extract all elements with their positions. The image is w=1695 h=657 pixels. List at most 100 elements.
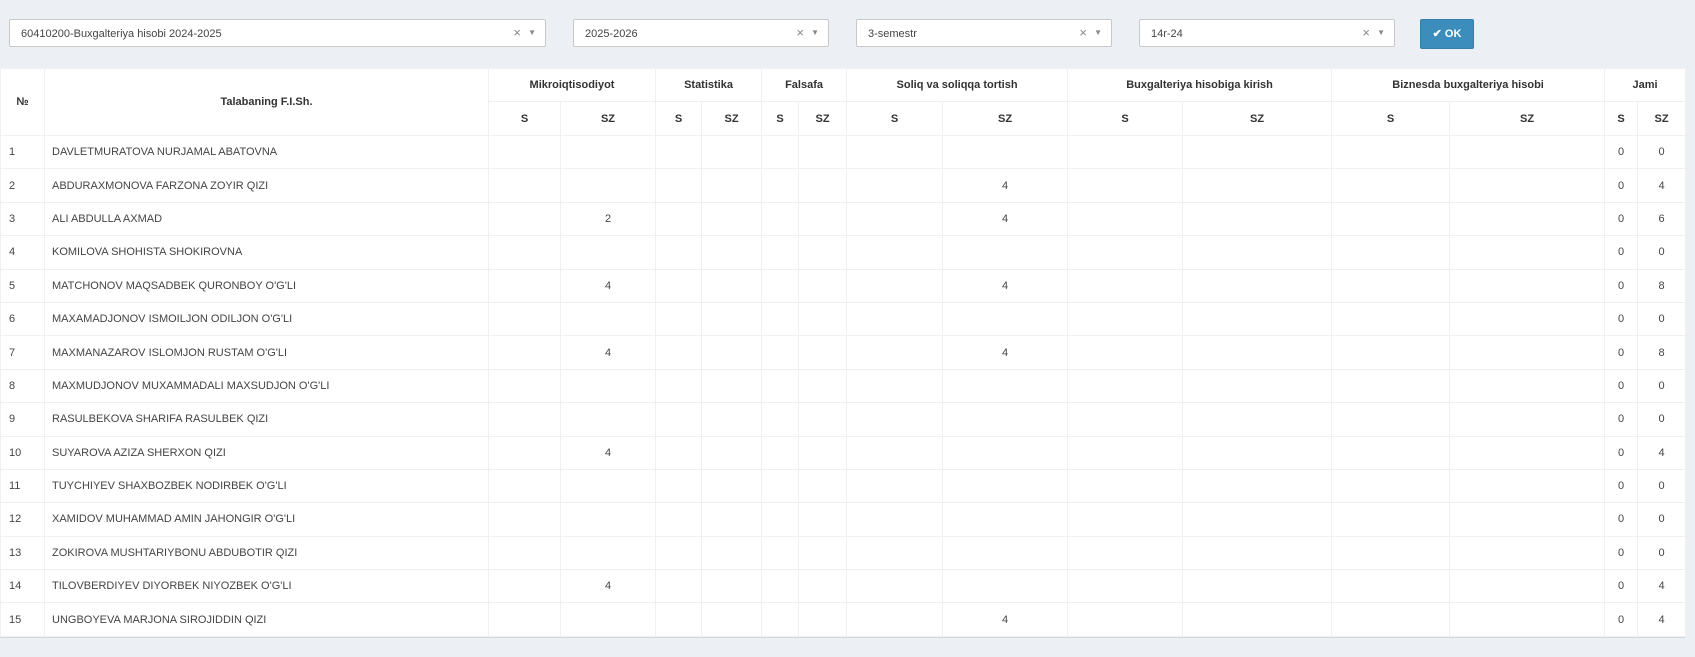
subheader-s: S [846,101,944,136]
grade-cell [1331,335,1451,370]
grade-cell [701,602,763,637]
grade-cell: 2 [559,201,657,237]
chevron-down-icon[interactable]: ▼ [528,28,536,37]
row-number: 2 [0,168,45,203]
group-select[interactable]: 14r-24 × ▼ [1139,19,1395,47]
subheader-sz: SZ [1449,101,1606,136]
total-cell: 0 [1604,335,1639,370]
clear-icon[interactable]: × [513,25,521,40]
grade-cell [1067,502,1184,537]
grade-cell [761,201,800,237]
row-number: 8 [0,368,45,404]
grade-cell [1449,569,1606,604]
subject-header: Buxgalteriya hisobiga kirish [1067,68,1333,102]
semester-select[interactable]: 3-semestr × ▼ [856,19,1112,47]
row-number: 10 [0,435,45,470]
total-cell: 0 [1604,535,1639,571]
chevron-down-icon[interactable]: ▼ [1377,28,1385,37]
table-row: 12 XAMIDOV MUHAMMAD AMIN JAHONGIR O'G'LI 0… [0,502,1687,537]
grade-cell [1067,268,1184,303]
grade-cell [1182,335,1333,370]
total-cell: 0 [1637,368,1687,404]
grade-cell [1331,368,1451,404]
clear-icon[interactable]: × [1079,25,1087,40]
grade-cell [1331,435,1451,470]
grade-cell [701,435,763,470]
grade-cell [701,335,763,370]
semester-select-value: 3-semestr [868,28,917,40]
grade-cell [1449,435,1606,470]
chevron-down-icon[interactable]: ▼ [1094,28,1102,37]
grade-cell [1182,602,1333,637]
table-row: 15 UNGBOYEVA MARJONA SIROJIDDIN QIZI 4 0 4 [0,602,1687,637]
total-header: Jami [1604,68,1687,102]
grade-cell [846,301,944,337]
student-name: UNGBOYEVA MARJONA SIROJIDDIN QIZI [44,602,489,637]
grade-cell [761,502,800,537]
grade-cell [559,301,657,337]
grade-cell [1449,235,1606,270]
year-select[interactable]: 2025-2026 × ▼ [573,19,829,47]
subheader-s: S [1604,101,1639,136]
student-name: MAXAMADJONOV ISMOILJON ODILJON O'G'LI [44,301,489,337]
total-cell: 6 [1637,201,1687,237]
grade-cell [942,535,1069,571]
grade-cell [559,134,657,170]
grade-cell [488,268,561,303]
clear-icon[interactable]: × [796,25,804,40]
grade-cell [1331,402,1451,437]
clear-icon[interactable]: × [1362,25,1370,40]
grade-cell [559,402,657,437]
col-header-name: Talabaning F.I.Sh. [44,68,489,136]
grade-cell [798,201,848,237]
grade-cell: 4 [559,435,657,470]
grade-cell [846,268,944,303]
program-select[interactable]: 60410200-Buxgalteriya hisobi 2024-2025 ×… [9,19,546,47]
subheader-sz: SZ [798,101,848,136]
grade-cell [761,569,800,604]
chevron-down-icon[interactable]: ▼ [811,28,819,37]
grade-cell [655,201,703,237]
grade-cell [846,435,944,470]
grade-cell [488,602,561,637]
grade-cell [1182,368,1333,404]
grade-cell [655,569,703,604]
grade-cell [488,134,561,170]
student-name: ABDURAXMONOVA FARZONA ZOYIR QIZI [44,168,489,203]
row-number: 7 [0,335,45,370]
grade-cell [761,134,800,170]
grade-cell [942,368,1069,404]
grade-cell [655,435,703,470]
grade-cell [488,301,561,337]
grade-cell [655,502,703,537]
student-name: TILOVBERDIYEV DIYORBEK NIYOZBEK O'G'LI [44,569,489,604]
grade-cell [1182,468,1333,504]
row-number: 5 [0,268,45,303]
grade-cell [761,435,800,470]
grade-cell [942,235,1069,270]
grade-cell [846,602,944,637]
grade-cell [1182,201,1333,237]
grades-table-body: 1 DAVLETMURATOVA NURJAMAL ABATOVNA 0 0 2 ABDU… [0,134,1687,637]
grade-cell [488,335,561,370]
total-cell: 0 [1604,569,1639,604]
grade-cell: 4 [942,602,1069,637]
grade-cell [1067,134,1184,170]
grade-cell [559,235,657,270]
total-cell: 0 [1637,502,1687,537]
student-name: ALI ABDULLA AXMAD [44,201,489,237]
subheader-s: S [488,101,561,136]
total-cell: 0 [1637,402,1687,437]
grade-cell: 4 [559,569,657,604]
table-row: 7 MAXMANAZAROV ISLOMJON RUSTAM O'G'LI 4 4 0 8 [0,335,1687,370]
grade-cell [761,168,800,203]
grade-cell [1449,201,1606,237]
grade-cell [1067,468,1184,504]
ok-button[interactable]: ✔ OK [1420,19,1474,49]
grade-cell: 4 [559,268,657,303]
grade-cell [798,502,848,537]
grade-cell [701,569,763,604]
grade-cell [846,134,944,170]
grade-cell: 4 [942,268,1069,303]
total-cell: 0 [1604,301,1639,337]
